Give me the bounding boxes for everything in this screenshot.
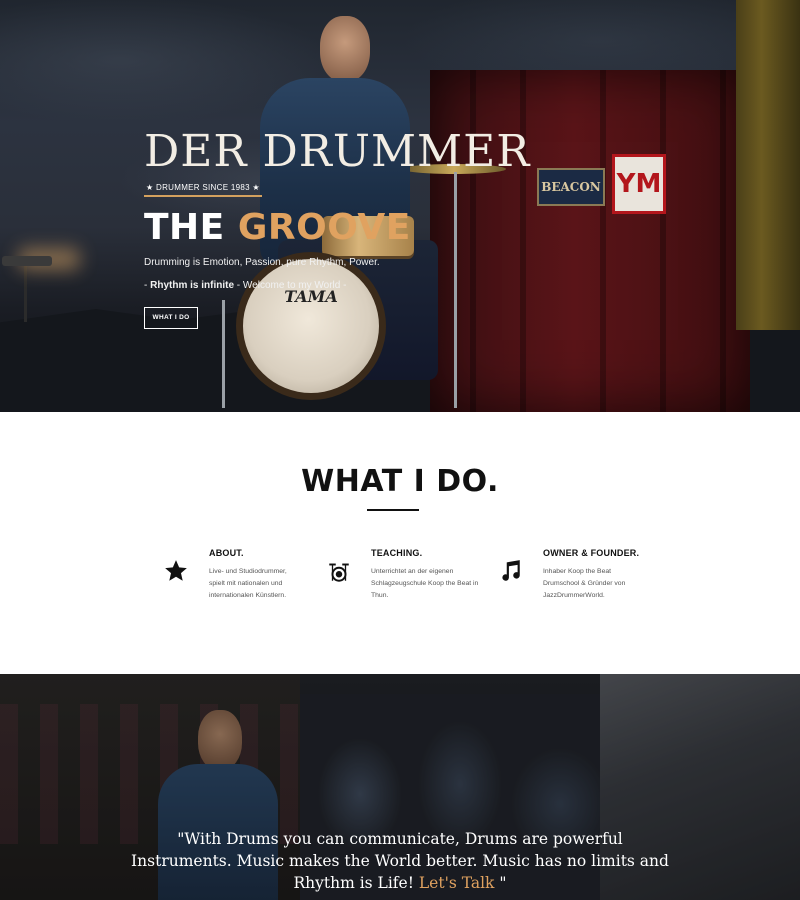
feature-description: Unterrichtet an der eigenen Schlagzeugsc…	[371, 568, 479, 599]
feature-description: Inhaber Koop the Beat Drumschool & Gründ…	[543, 568, 626, 599]
hero-heading-accent: GROOVE	[237, 207, 411, 248]
what-i-do-section: WHAT I DO. ABOUT. Live- und Studiodrumme…	[0, 412, 800, 674]
quote-section: "With Drums you can communicate, Drums a…	[0, 674, 800, 900]
beacon-sign: BEACON	[537, 168, 605, 206]
feature-description: Live- und Studiodrummer, spielt mit nati…	[209, 568, 287, 599]
star-icon	[165, 560, 187, 581]
since-badge: ★ DRUMMER SINCE 1983 ★	[144, 182, 262, 197]
title-underline	[367, 509, 419, 511]
lets-talk-link[interactable]: Let's Talk	[419, 874, 495, 892]
hero-text: DER DRUMMER ★ DRUMMER SINCE 1983 ★ THE G…	[144, 126, 531, 329]
feature-title: OWNER & FOUNDER.	[543, 548, 640, 558]
hero-section: BEACON YM TAMA DER DRUMMER ★ DRUMMER SIN…	[0, 0, 800, 412]
feature-title: TEACHING.	[371, 548, 423, 558]
music-note-icon	[502, 560, 520, 581]
site-logo-title: DER DRUMMER	[144, 126, 531, 177]
street-lamp-post	[24, 262, 27, 322]
street-lamp	[2, 256, 52, 266]
hero-subtitle-2: - Rhythm is infinite - Welcome to my Wor…	[144, 278, 504, 293]
hero-heading: THE GROOVE	[144, 209, 504, 247]
quote-closing: "	[494, 874, 507, 892]
quote-body: "With Drums you can communicate, Drums a…	[131, 830, 669, 892]
hero-heading-white: THE	[144, 207, 225, 248]
what-i-do-button[interactable]: WHAT I DO	[144, 307, 198, 329]
drum-kit-icon	[329, 563, 349, 582]
yellow-container-wall	[736, 0, 800, 330]
section-title: WHAT I DO.	[301, 464, 499, 499]
quote-text: "With Drums you can communicate, Drums a…	[130, 828, 670, 894]
hero-subtitle-2-suffix: - Welcome to my World -	[234, 280, 347, 291]
ym-logo-sign: YM	[612, 154, 666, 214]
feature-title: ABOUT.	[209, 548, 244, 558]
hero-subtitle-2-bold: Rhythm is infinite	[150, 280, 235, 291]
hero-subtitle-1: Drumming is Emotion, Passion, pure Rhyth…	[144, 257, 380, 268]
